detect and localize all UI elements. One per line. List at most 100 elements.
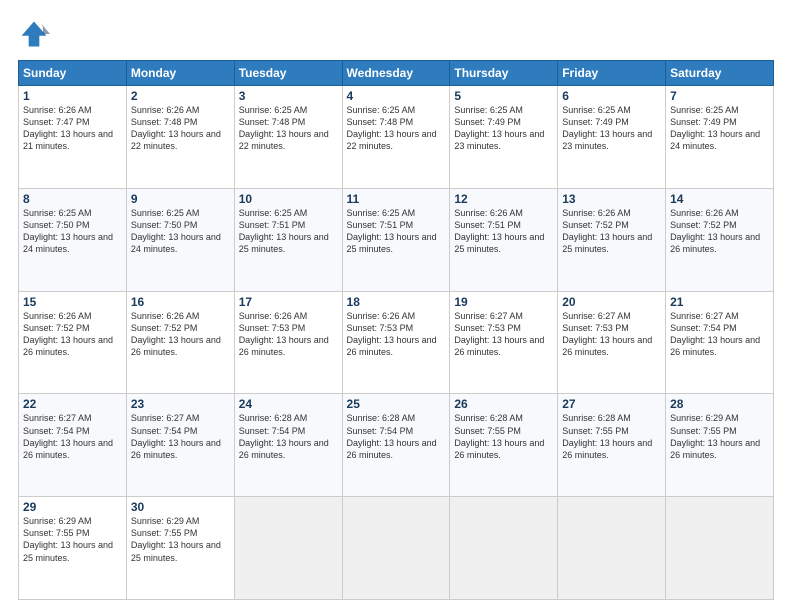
- calendar-cell: 10 Sunrise: 6:25 AMSunset: 7:51 PMDaylig…: [234, 188, 342, 291]
- calendar-cell: 22 Sunrise: 6:27 AMSunset: 7:54 PMDaylig…: [19, 394, 127, 497]
- calendar-cell: 17 Sunrise: 6:26 AMSunset: 7:53 PMDaylig…: [234, 291, 342, 394]
- day-info: Sunrise: 6:25 AMSunset: 7:51 PMDaylight:…: [239, 208, 329, 254]
- day-number: 5: [454, 89, 553, 103]
- day-number: 24: [239, 397, 338, 411]
- calendar-cell: 2 Sunrise: 6:26 AMSunset: 7:48 PMDayligh…: [126, 86, 234, 189]
- day-info: Sunrise: 6:25 AMSunset: 7:49 PMDaylight:…: [454, 105, 544, 151]
- day-number: 21: [670, 295, 769, 309]
- day-info: Sunrise: 6:26 AMSunset: 7:51 PMDaylight:…: [454, 208, 544, 254]
- day-info: Sunrise: 6:26 AMSunset: 7:52 PMDaylight:…: [23, 311, 113, 357]
- day-info: Sunrise: 6:29 AMSunset: 7:55 PMDaylight:…: [131, 516, 221, 562]
- day-info: Sunrise: 6:25 AMSunset: 7:48 PMDaylight:…: [347, 105, 437, 151]
- weekday-header: Wednesday: [342, 61, 450, 86]
- calendar-cell: 8 Sunrise: 6:25 AMSunset: 7:50 PMDayligh…: [19, 188, 127, 291]
- day-number: 18: [347, 295, 446, 309]
- calendar-cell: 4 Sunrise: 6:25 AMSunset: 7:48 PMDayligh…: [342, 86, 450, 189]
- day-number: 14: [670, 192, 769, 206]
- calendar-cell: 3 Sunrise: 6:25 AMSunset: 7:48 PMDayligh…: [234, 86, 342, 189]
- calendar-cell: 9 Sunrise: 6:25 AMSunset: 7:50 PMDayligh…: [126, 188, 234, 291]
- day-info: Sunrise: 6:26 AMSunset: 7:52 PMDaylight:…: [562, 208, 652, 254]
- day-info: Sunrise: 6:27 AMSunset: 7:53 PMDaylight:…: [454, 311, 544, 357]
- calendar-cell: 29 Sunrise: 6:29 AMSunset: 7:55 PMDaylig…: [19, 497, 127, 600]
- weekday-header: Friday: [558, 61, 666, 86]
- weekday-header: Monday: [126, 61, 234, 86]
- day-info: Sunrise: 6:27 AMSunset: 7:53 PMDaylight:…: [562, 311, 652, 357]
- calendar-cell: 6 Sunrise: 6:25 AMSunset: 7:49 PMDayligh…: [558, 86, 666, 189]
- calendar-table: SundayMondayTuesdayWednesdayThursdayFrid…: [18, 60, 774, 600]
- day-number: 30: [131, 500, 230, 514]
- day-number: 1: [23, 89, 122, 103]
- day-number: 28: [670, 397, 769, 411]
- calendar-cell: 18 Sunrise: 6:26 AMSunset: 7:53 PMDaylig…: [342, 291, 450, 394]
- calendar-cell: [666, 497, 774, 600]
- calendar-cell: 14 Sunrise: 6:26 AMSunset: 7:52 PMDaylig…: [666, 188, 774, 291]
- calendar-cell: [342, 497, 450, 600]
- day-number: 22: [23, 397, 122, 411]
- day-info: Sunrise: 6:26 AMSunset: 7:48 PMDaylight:…: [131, 105, 221, 151]
- header: [18, 18, 774, 50]
- day-number: 15: [23, 295, 122, 309]
- day-number: 11: [347, 192, 446, 206]
- calendar-cell: [234, 497, 342, 600]
- day-number: 10: [239, 192, 338, 206]
- day-number: 25: [347, 397, 446, 411]
- weekday-header: Sunday: [19, 61, 127, 86]
- calendar-cell: 1 Sunrise: 6:26 AMSunset: 7:47 PMDayligh…: [19, 86, 127, 189]
- day-info: Sunrise: 6:26 AMSunset: 7:53 PMDaylight:…: [239, 311, 329, 357]
- weekday-header: Tuesday: [234, 61, 342, 86]
- day-number: 13: [562, 192, 661, 206]
- logo-icon: [18, 18, 50, 50]
- day-number: 7: [670, 89, 769, 103]
- header-row: SundayMondayTuesdayWednesdayThursdayFrid…: [19, 61, 774, 86]
- logo: [18, 18, 54, 50]
- day-info: Sunrise: 6:28 AMSunset: 7:55 PMDaylight:…: [562, 413, 652, 459]
- day-number: 4: [347, 89, 446, 103]
- day-info: Sunrise: 6:26 AMSunset: 7:53 PMDaylight:…: [347, 311, 437, 357]
- calendar-cell: 21 Sunrise: 6:27 AMSunset: 7:54 PMDaylig…: [666, 291, 774, 394]
- calendar-cell: [558, 497, 666, 600]
- calendar-cell: 13 Sunrise: 6:26 AMSunset: 7:52 PMDaylig…: [558, 188, 666, 291]
- day-info: Sunrise: 6:28 AMSunset: 7:55 PMDaylight:…: [454, 413, 544, 459]
- calendar-cell: 20 Sunrise: 6:27 AMSunset: 7:53 PMDaylig…: [558, 291, 666, 394]
- day-number: 2: [131, 89, 230, 103]
- day-info: Sunrise: 6:26 AMSunset: 7:52 PMDaylight:…: [131, 311, 221, 357]
- day-info: Sunrise: 6:27 AMSunset: 7:54 PMDaylight:…: [670, 311, 760, 357]
- weekday-header: Saturday: [666, 61, 774, 86]
- day-info: Sunrise: 6:27 AMSunset: 7:54 PMDaylight:…: [23, 413, 113, 459]
- day-info: Sunrise: 6:25 AMSunset: 7:48 PMDaylight:…: [239, 105, 329, 151]
- day-info: Sunrise: 6:26 AMSunset: 7:47 PMDaylight:…: [23, 105, 113, 151]
- page: SundayMondayTuesdayWednesdayThursdayFrid…: [0, 0, 792, 612]
- day-number: 19: [454, 295, 553, 309]
- day-info: Sunrise: 6:25 AMSunset: 7:49 PMDaylight:…: [670, 105, 760, 151]
- calendar-cell: 15 Sunrise: 6:26 AMSunset: 7:52 PMDaylig…: [19, 291, 127, 394]
- calendar-cell: 26 Sunrise: 6:28 AMSunset: 7:55 PMDaylig…: [450, 394, 558, 497]
- calendar-cell: 7 Sunrise: 6:25 AMSunset: 7:49 PMDayligh…: [666, 86, 774, 189]
- day-number: 8: [23, 192, 122, 206]
- calendar-cell: 24 Sunrise: 6:28 AMSunset: 7:54 PMDaylig…: [234, 394, 342, 497]
- calendar-cell: 19 Sunrise: 6:27 AMSunset: 7:53 PMDaylig…: [450, 291, 558, 394]
- calendar-cell: 16 Sunrise: 6:26 AMSunset: 7:52 PMDaylig…: [126, 291, 234, 394]
- day-info: Sunrise: 6:29 AMSunset: 7:55 PMDaylight:…: [23, 516, 113, 562]
- day-info: Sunrise: 6:29 AMSunset: 7:55 PMDaylight:…: [670, 413, 760, 459]
- day-info: Sunrise: 6:27 AMSunset: 7:54 PMDaylight:…: [131, 413, 221, 459]
- day-info: Sunrise: 6:25 AMSunset: 7:50 PMDaylight:…: [131, 208, 221, 254]
- day-number: 29: [23, 500, 122, 514]
- day-info: Sunrise: 6:28 AMSunset: 7:54 PMDaylight:…: [239, 413, 329, 459]
- day-number: 23: [131, 397, 230, 411]
- day-info: Sunrise: 6:25 AMSunset: 7:49 PMDaylight:…: [562, 105, 652, 151]
- weekday-header: Thursday: [450, 61, 558, 86]
- calendar-cell: 12 Sunrise: 6:26 AMSunset: 7:51 PMDaylig…: [450, 188, 558, 291]
- calendar-cell: 30 Sunrise: 6:29 AMSunset: 7:55 PMDaylig…: [126, 497, 234, 600]
- calendar-cell: 11 Sunrise: 6:25 AMSunset: 7:51 PMDaylig…: [342, 188, 450, 291]
- day-number: 6: [562, 89, 661, 103]
- calendar-cell: 27 Sunrise: 6:28 AMSunset: 7:55 PMDaylig…: [558, 394, 666, 497]
- day-info: Sunrise: 6:25 AMSunset: 7:50 PMDaylight:…: [23, 208, 113, 254]
- day-number: 17: [239, 295, 338, 309]
- day-number: 12: [454, 192, 553, 206]
- calendar-cell: 28 Sunrise: 6:29 AMSunset: 7:55 PMDaylig…: [666, 394, 774, 497]
- day-number: 3: [239, 89, 338, 103]
- day-info: Sunrise: 6:25 AMSunset: 7:51 PMDaylight:…: [347, 208, 437, 254]
- calendar-cell: [450, 497, 558, 600]
- day-info: Sunrise: 6:28 AMSunset: 7:54 PMDaylight:…: [347, 413, 437, 459]
- day-number: 9: [131, 192, 230, 206]
